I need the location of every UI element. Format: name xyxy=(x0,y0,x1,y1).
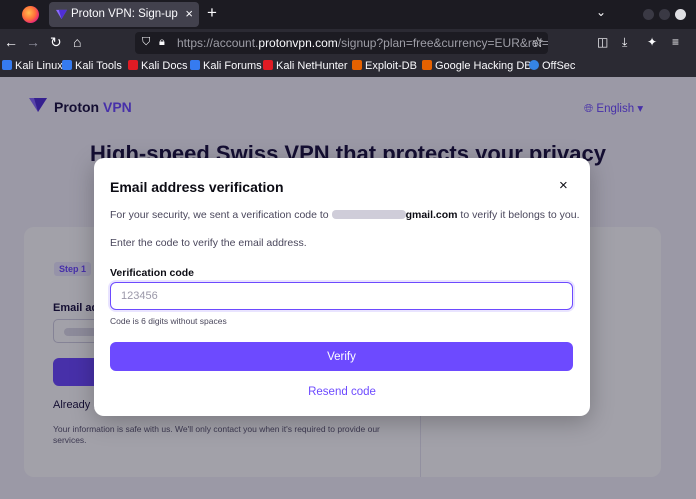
bookmark-kali-nethunter[interactable]: Kali NetHunter xyxy=(263,60,348,72)
bookmarks-toolbar: Kali Linux Kali Tools Kali Docs Kali For… xyxy=(0,57,696,77)
kali-icon xyxy=(190,60,200,70)
kali-docs-icon xyxy=(128,60,138,70)
home-icon[interactable]: ⌂ xyxy=(73,34,81,50)
menu-icon[interactable]: ≡ xyxy=(672,35,679,49)
email-address: gmail.com xyxy=(331,209,458,221)
url-text[interactable]: https://account.protonvpn.com/signup?pla… xyxy=(177,36,548,50)
offsec-icon xyxy=(529,60,539,70)
dialog-title: Email address verification xyxy=(110,179,284,195)
url-bar[interactable]: ⛉ 🔒︎ https://account.protonvpn.com/signu… xyxy=(135,32,548,54)
back-arrow-icon[interactable]: ← xyxy=(4,34,18,50)
lock-icon[interactable]: 🔒︎ xyxy=(159,36,165,49)
close-window-icon[interactable] xyxy=(675,9,686,20)
active-tab[interactable]: Proton VPN: Sign-up × xyxy=(49,2,199,27)
pocket-icon[interactable]: ◫ xyxy=(597,35,608,49)
firefox-logo-icon[interactable] xyxy=(22,6,39,23)
tab-close-icon[interactable]: × xyxy=(185,6,193,21)
tab-bar: Proton VPN: Sign-up × + ⌄ xyxy=(0,0,696,29)
new-tab-button[interactable]: + xyxy=(207,4,217,21)
navigation-toolbar: ← → ↻ ⌂ ⛉ 🔒︎ https://account.protonvpn.c… xyxy=(0,29,696,57)
exploit-db-icon xyxy=(352,60,362,70)
redacted-email-user xyxy=(331,210,406,219)
reload-icon[interactable]: ↻ xyxy=(50,34,62,50)
close-icon[interactable]: × xyxy=(559,178,568,194)
tab-title: Proton VPN: Sign-up xyxy=(71,8,178,20)
shield-icon[interactable]: ⛉ xyxy=(142,36,150,49)
email-verification-dialog: Email address verification × For your se… xyxy=(94,158,590,416)
bookmark-offsec[interactable]: OffSec xyxy=(529,60,575,72)
proton-vpn-tab-icon xyxy=(56,9,67,20)
bookmark-kali-docs[interactable]: Kali Docs xyxy=(128,60,187,72)
verification-message: For your security, we sent a verificatio… xyxy=(110,209,580,221)
verification-code-hint: Code is 6 digits without spaces xyxy=(110,316,227,326)
list-all-tabs-icon[interactable]: ⌄ xyxy=(596,5,606,19)
bookmark-kali-forums[interactable]: Kali Forums xyxy=(190,60,262,72)
bookmark-kali-linux[interactable]: Kali Linux xyxy=(2,60,63,72)
verify-button[interactable]: Verify xyxy=(110,342,573,371)
maximize-window-icon[interactable] xyxy=(659,9,670,20)
verification-code-label: Verification code xyxy=(110,267,195,279)
exploit-db-icon xyxy=(422,60,432,70)
bookmark-exploit-db[interactable]: Exploit-DB xyxy=(352,60,417,72)
nethunter-icon xyxy=(263,60,273,70)
downloads-icon[interactable]: ⤓ xyxy=(622,35,627,50)
bookmark-google-hacking-db[interactable]: Google Hacking DB xyxy=(422,60,532,72)
resend-code-link[interactable]: Resend code xyxy=(94,386,590,398)
minimize-window-icon[interactable] xyxy=(643,9,654,20)
verification-code-input[interactable] xyxy=(110,282,573,310)
forward-arrow-icon[interactable]: → xyxy=(26,34,40,50)
kali-icon xyxy=(2,60,12,70)
bookmark-kali-tools[interactable]: Kali Tools xyxy=(62,60,122,72)
bookmark-star-icon[interactable]: ☆ xyxy=(531,34,544,51)
verification-instruction: Enter the code to verify the email addre… xyxy=(110,237,307,249)
kali-icon xyxy=(62,60,72,70)
extensions-icon[interactable]: ✦ xyxy=(647,35,657,49)
